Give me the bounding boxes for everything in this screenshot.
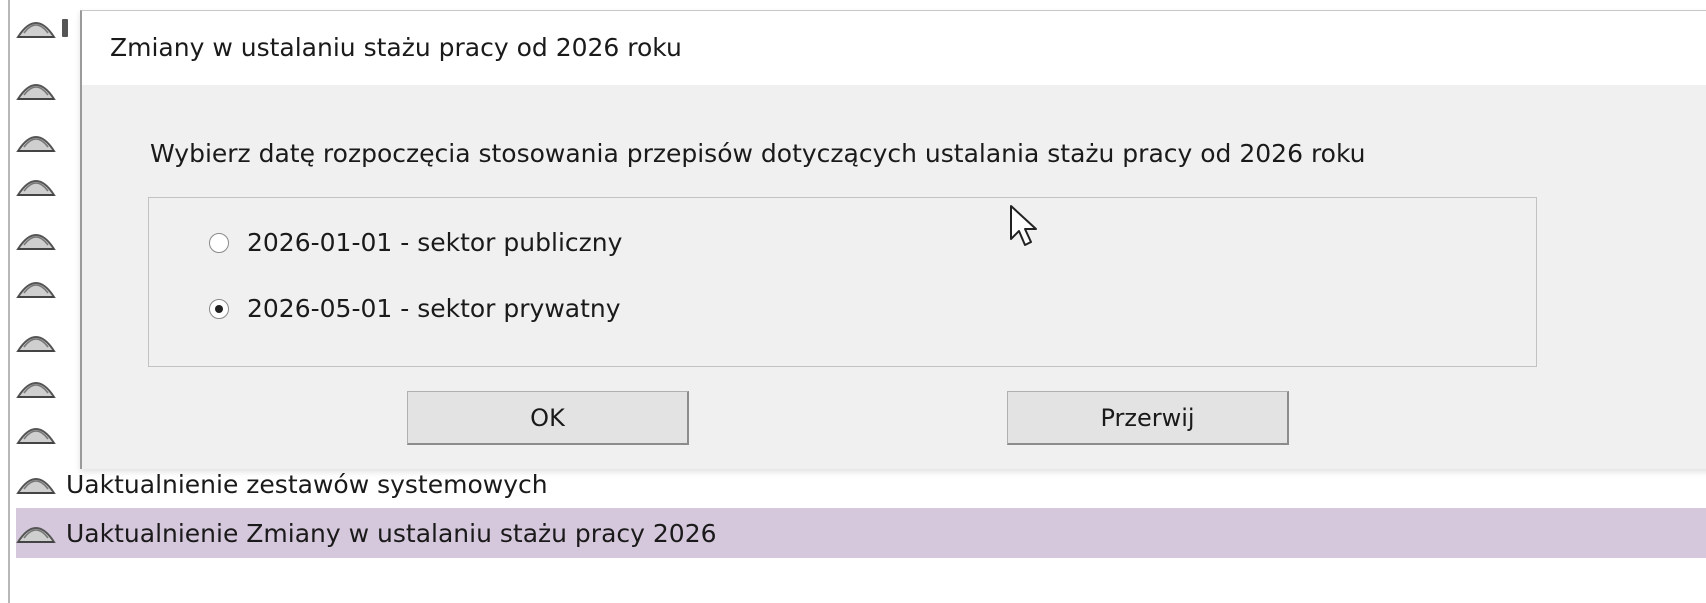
update-icon (16, 518, 66, 548)
radio-label[interactable]: 2026-01-01 - sektor publiczny (247, 228, 622, 257)
dialog-title: Zmiany w ustalaniu stażu pracy od 2026 r… (110, 33, 682, 62)
list-item-stub (62, 19, 68, 37)
update-icon (16, 75, 66, 105)
update-icon (16, 419, 66, 449)
update-icon (16, 373, 66, 403)
radio-label[interactable]: 2026-05-01 - sektor prywatny (247, 294, 621, 323)
list-item-label: Uaktualnienie zestawów systemowych (66, 469, 548, 499)
cancel-button[interactable]: Przerwij (1007, 391, 1289, 445)
ok-button[interactable]: OK (407, 391, 689, 445)
dialog-prompt: Wybierz datę rozpoczęcia stosowania prze… (150, 139, 1366, 168)
list-item-uaktualnienie-zmiany-selected[interactable]: Uaktualnienie Zmiany w ustalaniu stażu p… (16, 508, 1706, 558)
update-icon (16, 327, 66, 357)
update-icon (16, 127, 66, 157)
dialog-titlebar[interactable]: Zmiany w ustalaniu stażu pracy od 2026 r… (82, 11, 1706, 85)
staz-pracy-dialog: Zmiany w ustalaniu stażu pracy od 2026 r… (80, 10, 1706, 469)
update-icon (16, 469, 66, 499)
radio-option-private-sector[interactable]: 2026-05-01 - sektor prywatny (209, 294, 621, 323)
date-option-group: 2026-01-01 - sektor publiczny 2026-05-01… (148, 197, 1537, 367)
update-icon (16, 171, 66, 201)
list-item-label: Uaktualnienie Zmiany w ustalaniu stażu p… (66, 518, 717, 548)
list-border (8, 0, 10, 603)
radio-button-checked[interactable] (209, 298, 229, 319)
update-icon (16, 273, 66, 303)
update-icon (16, 13, 66, 43)
update-icon (16, 225, 66, 255)
radio-option-public-sector[interactable]: 2026-01-01 - sektor publiczny (209, 228, 622, 257)
radio-button-unchecked[interactable] (209, 232, 229, 253)
